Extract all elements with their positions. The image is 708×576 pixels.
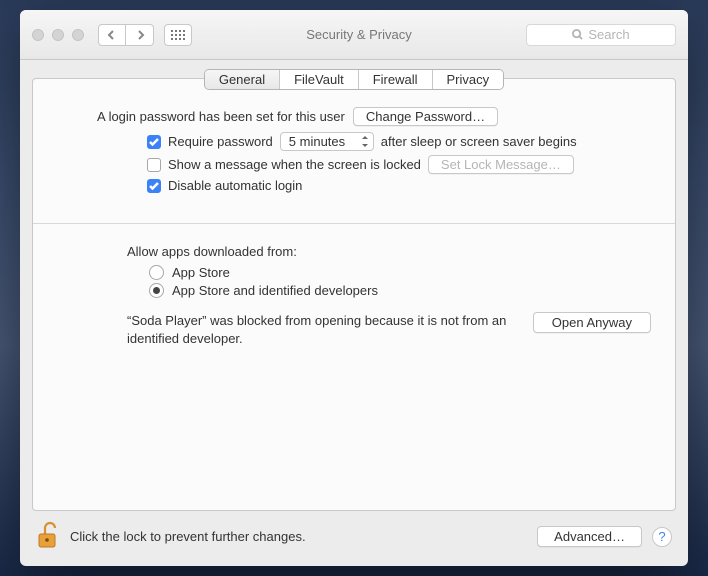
require-password-row: Require password 5 minutes after sleep o… bbox=[147, 132, 651, 151]
disable-auto-login-checkbox[interactable] bbox=[147, 179, 161, 193]
minimize-icon[interactable] bbox=[52, 29, 64, 41]
footer: Click the lock to prevent further change… bbox=[20, 511, 688, 566]
radio-appstore[interactable] bbox=[149, 265, 164, 280]
search-input[interactable]: Search bbox=[526, 24, 676, 46]
require-password-label-after: after sleep or screen saver begins bbox=[381, 134, 577, 149]
radio-identified[interactable] bbox=[149, 283, 164, 298]
window-title: Security & Privacy bbox=[202, 27, 516, 42]
set-lock-message-button: Set Lock Message… bbox=[428, 155, 574, 174]
blocked-app-message: “Soda Player” was blocked from opening b… bbox=[127, 312, 519, 348]
nav-buttons bbox=[98, 24, 154, 46]
require-password-label-before: Require password bbox=[168, 134, 273, 149]
show-all-button[interactable] bbox=[164, 24, 192, 46]
help-button[interactable]: ? bbox=[652, 527, 672, 547]
show-message-row: Show a message when the screen is locked… bbox=[147, 155, 651, 174]
tab-general[interactable]: General bbox=[205, 70, 280, 89]
radio-appstore-label: App Store bbox=[172, 265, 230, 280]
close-icon[interactable] bbox=[32, 29, 44, 41]
blocked-app-row: “Soda Player” was blocked from opening b… bbox=[127, 312, 651, 348]
disable-auto-login-row: Disable automatic login bbox=[147, 178, 651, 193]
allow-apps-option-identified[interactable]: App Store and identified developers bbox=[149, 283, 651, 298]
window-controls bbox=[32, 29, 84, 41]
tab-firewall[interactable]: Firewall bbox=[359, 70, 433, 89]
help-icon: ? bbox=[658, 529, 665, 544]
show-message-checkbox[interactable] bbox=[147, 158, 161, 172]
lock-text: Click the lock to prevent further change… bbox=[70, 529, 527, 544]
lock-button[interactable] bbox=[36, 521, 60, 552]
tab-filevault[interactable]: FileVault bbox=[280, 70, 359, 89]
zoom-icon[interactable] bbox=[72, 29, 84, 41]
open-anyway-button[interactable]: Open Anyway bbox=[533, 312, 651, 333]
search-placeholder: Search bbox=[588, 27, 629, 42]
allow-apps-option-appstore[interactable]: App Store bbox=[149, 265, 651, 280]
grid-icon bbox=[171, 30, 185, 40]
require-password-delay-select[interactable]: 5 minutes bbox=[280, 132, 374, 151]
show-message-label: Show a message when the screen is locked bbox=[168, 157, 421, 172]
change-password-button[interactable]: Change Password… bbox=[353, 107, 498, 126]
login-password-text: A login password has been set for this u… bbox=[97, 109, 345, 124]
check-icon bbox=[149, 181, 159, 191]
tab-pane-general: A login password has been set for this u… bbox=[32, 78, 676, 511]
disable-auto-login-label: Disable automatic login bbox=[168, 178, 302, 193]
lock-open-icon bbox=[36, 521, 60, 549]
allow-apps-heading: Allow apps downloaded from: bbox=[127, 244, 651, 259]
check-icon bbox=[149, 137, 159, 147]
forward-button[interactable] bbox=[126, 24, 154, 46]
tab-privacy[interactable]: Privacy bbox=[433, 70, 504, 89]
content-area: General FileVault Firewall Privacy A log… bbox=[20, 60, 688, 511]
radio-identified-label: App Store and identified developers bbox=[172, 283, 378, 298]
advanced-button[interactable]: Advanced… bbox=[537, 526, 642, 547]
back-button[interactable] bbox=[98, 24, 126, 46]
preferences-window: Security & Privacy Search General FileVa… bbox=[20, 10, 688, 566]
toolbar: Security & Privacy Search bbox=[20, 10, 688, 60]
tabs: General FileVault Firewall Privacy bbox=[32, 70, 676, 89]
require-password-delay-value: 5 minutes bbox=[289, 134, 345, 149]
chevron-right-icon bbox=[135, 30, 145, 40]
search-icon bbox=[572, 29, 583, 40]
require-password-checkbox[interactable] bbox=[147, 135, 161, 149]
chevron-left-icon bbox=[107, 30, 117, 40]
separator bbox=[33, 223, 675, 224]
